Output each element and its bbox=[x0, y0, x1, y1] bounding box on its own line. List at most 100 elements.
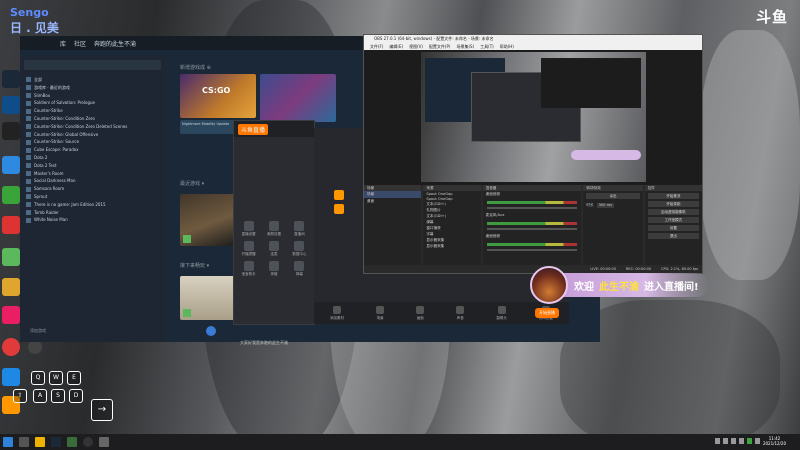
game-list-item[interactable]: Dota 2 bbox=[26, 154, 159, 162]
taskbar-clock[interactable]: 11:42 2021/12/20 bbox=[763, 436, 786, 446]
tray-icon[interactable] bbox=[715, 438, 720, 444]
obs-control-button[interactable]: 开始推流 bbox=[647, 193, 700, 199]
search-icon[interactable] bbox=[19, 437, 29, 447]
app-taskbar-icon[interactable] bbox=[99, 437, 109, 447]
obs-control-button[interactable]: 退出 bbox=[647, 233, 700, 239]
recent-game-card[interactable] bbox=[180, 194, 238, 246]
start-live-button[interactable]: 开始直播 bbox=[535, 308, 559, 318]
sources-list: Spout OneGap Spout OneGap 文本(GDI+) 礼物图片 文本(G… bbox=[423, 191, 480, 249]
game-list-item[interactable]: Counter-Strike: Source bbox=[26, 138, 159, 146]
game-list-item[interactable]: SlimBox bbox=[26, 92, 159, 100]
volume-slider[interactable] bbox=[486, 228, 578, 230]
douyu-tool-icon bbox=[268, 221, 279, 231]
app-taskbar-icon[interactable] bbox=[67, 437, 77, 447]
steam-taskbar-icon[interactable] bbox=[51, 437, 61, 447]
douyu-tool-item[interactable]: 直播设置 bbox=[237, 221, 260, 237]
volume-slider[interactable] bbox=[486, 207, 578, 209]
featured-game-card[interactable]: CS:GO bbox=[180, 74, 256, 118]
douyu-toolbar-button[interactable]: 画面 bbox=[416, 305, 425, 321]
obs-control-button[interactable]: 设置 bbox=[647, 225, 700, 231]
duration-input[interactable]: 300 ms bbox=[596, 203, 614, 208]
tray-icon[interactable] bbox=[739, 438, 744, 444]
game-list-item[interactable]: Sprout bbox=[26, 193, 159, 201]
douyu-avatar-icon[interactable] bbox=[206, 326, 216, 336]
telegram-desktop-icon[interactable] bbox=[2, 156, 20, 174]
clock-desktop-icon[interactable] bbox=[28, 340, 42, 354]
volume-icon[interactable] bbox=[755, 438, 760, 444]
douyu-toolbar-button[interactable]: 添加素材 bbox=[330, 305, 344, 321]
obs-control-button[interactable]: 工作室模式 bbox=[647, 217, 700, 223]
game-list-item[interactable]: White Noise Man bbox=[26, 216, 159, 224]
game-list-item[interactable]: Counter-Strike: Global Offensive bbox=[26, 131, 159, 139]
featured-game-card-2[interactable] bbox=[260, 74, 336, 122]
obs-menu-item[interactable]: 帮助(H) bbox=[500, 43, 514, 50]
steam-nav-community[interactable]: 社区 bbox=[74, 39, 86, 48]
game-list-item[interactable]: There is no game: Jam Edition 2015 bbox=[26, 201, 159, 209]
game-list-item[interactable]: 全部 bbox=[26, 76, 159, 84]
douyu-tool-item[interactable]: 连麦 bbox=[262, 241, 285, 257]
game-list-item[interactable]: Counter-Strike bbox=[26, 107, 159, 115]
source-item[interactable]: 显示器采集 bbox=[423, 243, 480, 249]
game-icon bbox=[26, 186, 31, 192]
tray-icon[interactable] bbox=[731, 438, 736, 444]
obs-taskbar-icon[interactable] bbox=[83, 437, 93, 447]
scene-icon[interactable] bbox=[334, 190, 344, 200]
app-desktop-icon[interactable] bbox=[2, 306, 20, 324]
play-icon[interactable] bbox=[183, 235, 191, 243]
douyu-tool-item[interactable]: 直播间 bbox=[288, 221, 311, 237]
game-list-item[interactable]: Cube Escape: Paradox bbox=[26, 146, 159, 154]
file-explorer-icon[interactable] bbox=[35, 437, 45, 447]
tray-icon[interactable] bbox=[747, 438, 752, 444]
game-list-item[interactable]: Tomb Raider bbox=[26, 209, 159, 217]
continue-game-card[interactable] bbox=[180, 276, 238, 320]
obs-control-button[interactable]: 启动虚拟摄像机 bbox=[647, 209, 700, 215]
steam-nav-library[interactable]: 库 bbox=[60, 39, 66, 48]
epic-desktop-icon[interactable] bbox=[2, 122, 20, 140]
nvidia-desktop-icon[interactable] bbox=[2, 186, 20, 204]
tray-icon[interactable] bbox=[723, 438, 728, 444]
douyu-tool-item[interactable]: 弹幕 bbox=[288, 261, 311, 277]
keyboard-overlay: Q W E A S D ⇧ → bbox=[3, 367, 121, 427]
obs-menu-item[interactable]: 工具(T) bbox=[480, 43, 494, 50]
obs-menu-item[interactable]: 视图(V) bbox=[409, 43, 423, 50]
app-desktop-icon[interactable] bbox=[2, 216, 20, 234]
obs-control-button[interactable]: 开始录制 bbox=[647, 201, 700, 207]
obs-preview[interactable] bbox=[421, 52, 646, 182]
obs-menu-item[interactable]: 配置文件(P) bbox=[429, 43, 451, 50]
app-desktop-icon[interactable] bbox=[2, 96, 20, 114]
windows-start-icon[interactable] bbox=[3, 437, 13, 447]
scene-item[interactable]: 场景 bbox=[364, 191, 422, 198]
game-list-item[interactable]: Dota 2 Test bbox=[26, 162, 159, 170]
game-list-item[interactable]: Social Darkness Man bbox=[26, 177, 159, 185]
douyu-tool-item[interactable]: 房管 bbox=[262, 261, 285, 277]
scene-icon[interactable] bbox=[334, 204, 344, 214]
app-desktop-icon[interactable] bbox=[2, 248, 20, 266]
game-list-item[interactable]: Counter-Strike: Condition Zero bbox=[26, 115, 159, 123]
douyu-tool-item[interactable]: 美颜设置 bbox=[262, 221, 285, 237]
obs-menu-item[interactable]: 文件(F) bbox=[370, 43, 383, 50]
steam-library-search[interactable] bbox=[24, 60, 161, 70]
douyu-tool-item[interactable]: 开播提醒 bbox=[237, 241, 260, 257]
game-list-item[interactable]: Samsara Room bbox=[26, 185, 159, 193]
game-list-item[interactable]: Soldiers of Salvation: Prologue bbox=[26, 99, 159, 107]
obs-menu-item[interactable]: 场景集(S) bbox=[456, 43, 474, 50]
volume-slider[interactable] bbox=[486, 249, 578, 251]
douyu-tool-item[interactable]: 数据中心 bbox=[288, 241, 311, 257]
app-desktop-icon[interactable] bbox=[2, 278, 20, 296]
game-title: Social Darkness Man bbox=[34, 178, 76, 184]
obs-menu-item[interactable]: 编辑(E) bbox=[389, 43, 403, 50]
app-desktop-icon[interactable] bbox=[2, 338, 20, 356]
douyu-toolbar-button[interactable]: 声音 bbox=[456, 305, 465, 321]
douyu-toolbar-button[interactable]: 场景 bbox=[376, 305, 385, 321]
douyu-toolbar-button[interactable]: 摄像头 bbox=[496, 305, 507, 321]
game-list-item[interactable]: Master's Room bbox=[26, 170, 159, 178]
transition-select[interactable]: 淡出 bbox=[586, 193, 640, 199]
steam-nav-profile[interactable]: 奔跑的此生不渝 bbox=[94, 39, 136, 48]
steam-add-game-button[interactable]: 添加游戏 bbox=[30, 328, 46, 334]
game-list-item[interactable]: Counter-Strike: Condition Zero Deleted S… bbox=[26, 123, 159, 131]
scene-item[interactable]: 桌面 bbox=[364, 198, 421, 205]
play-icon[interactable] bbox=[183, 309, 191, 317]
steam-desktop-icon[interactable] bbox=[2, 70, 20, 88]
game-list-item[interactable]: 游戏库 · 最近的游戏 bbox=[26, 84, 159, 92]
douyu-tool-item[interactable]: 宝宝助手 bbox=[237, 261, 260, 277]
